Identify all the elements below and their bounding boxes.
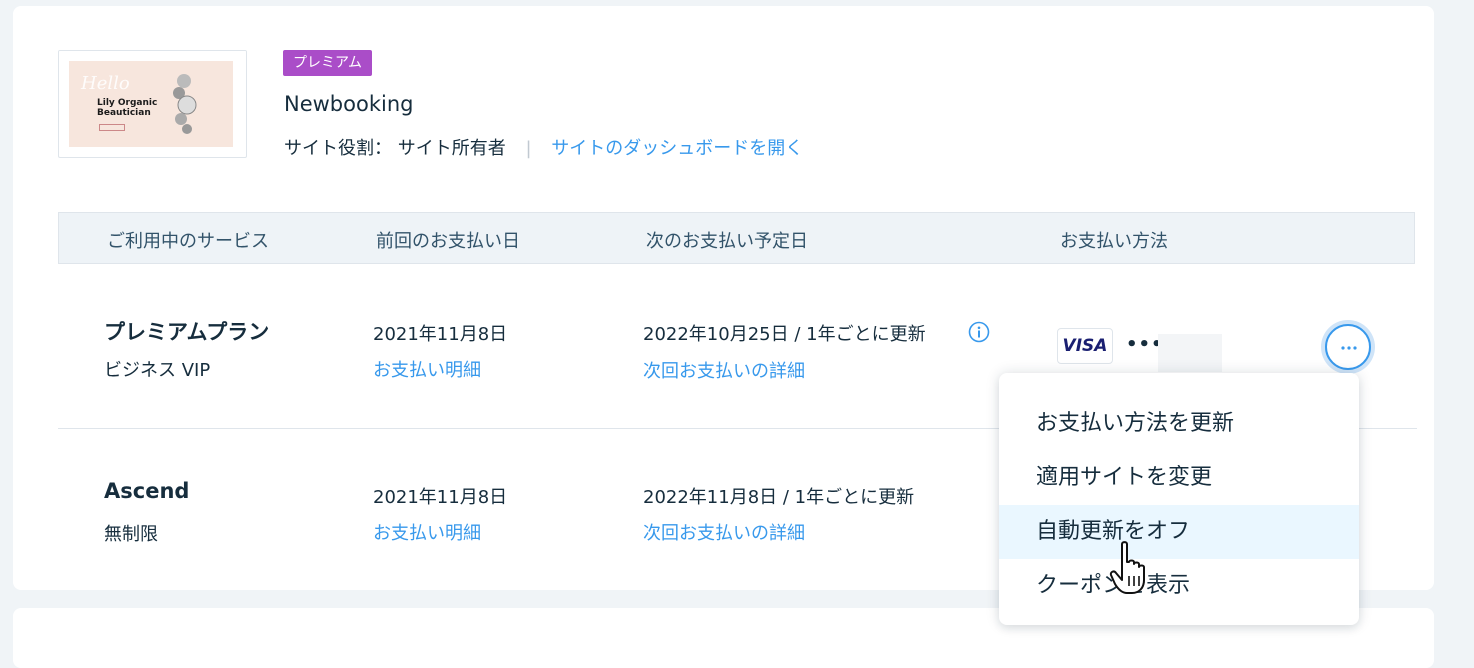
more-options-icon bbox=[1341, 346, 1357, 350]
more-options-button[interactable] bbox=[1325, 324, 1371, 370]
next-payment-details-link[interactable]: 次回お支払いの詳細 bbox=[643, 519, 805, 545]
service-name: プレミアムプラン bbox=[104, 320, 270, 344]
more-options-menu: お支払い方法を更新 適用サイトを変更 自動更新をオフ クーポンを表示 bbox=[999, 373, 1359, 625]
info-icon[interactable] bbox=[968, 321, 990, 343]
site-thumbnail[interactable]: Hello Lily Organic Beautician bbox=[58, 50, 247, 158]
thumbnail-script-text: Hello bbox=[81, 73, 130, 94]
table-header: ご利用中のサービス 前回のお支払い日 次のお支払い予定日 お支払い方法 bbox=[58, 212, 1415, 264]
site-role-line: サイト役割： サイト所有者 | サイトのダッシュボードを開く bbox=[284, 134, 803, 160]
thumbnail-title-line1: Lily Organic bbox=[97, 98, 158, 108]
pointer-cursor-icon bbox=[1109, 541, 1145, 594]
service-name: Ascend bbox=[104, 479, 190, 503]
header-next-payment: 次のお支払い予定日 bbox=[646, 231, 808, 252]
open-dashboard-link[interactable]: サイトのダッシュボードを開く bbox=[551, 138, 803, 159]
header-last-payment: 前回のお支払い日 bbox=[376, 231, 520, 252]
next-payment-details-link[interactable]: 次回お支払いの詳細 bbox=[643, 357, 805, 383]
last-payment-date: 2021年11月8日 bbox=[373, 324, 508, 345]
menu-update-payment-method[interactable]: お支払い方法を更新 bbox=[999, 397, 1359, 451]
card-number-redaction bbox=[1158, 334, 1222, 372]
thumbnail-flower-illustration bbox=[173, 74, 197, 134]
menu-show-coupon[interactable]: クーポンを表示 bbox=[999, 559, 1359, 613]
service-subtitle: 無制限 bbox=[104, 524, 158, 545]
premium-badge: プレミアム bbox=[283, 50, 373, 76]
payment-statement-link[interactable]: お支払い明細 bbox=[373, 519, 481, 545]
payment-statement-link[interactable]: お支払い明細 bbox=[373, 356, 481, 382]
thumbnail-nav bbox=[59, 51, 246, 61]
header-payment-method: お支払い方法 bbox=[1060, 231, 1168, 252]
thumbnail-title-line2: Beautician bbox=[97, 108, 151, 118]
site-role-label: サイト役割： bbox=[284, 138, 392, 159]
visa-logo: VISA bbox=[1057, 328, 1113, 364]
site-role-value: サイト所有者 bbox=[397, 138, 506, 159]
separator: | bbox=[525, 138, 532, 159]
next-payment-info: 2022年11月8日 / 1年ごとに更新 bbox=[643, 487, 915, 508]
menu-turn-off-auto-renew[interactable]: 自動更新をオフ bbox=[999, 505, 1359, 559]
header-service: ご利用中のサービス bbox=[107, 231, 269, 252]
site-name: Newbooking bbox=[284, 92, 414, 116]
menu-change-site[interactable]: 適用サイトを変更 bbox=[999, 451, 1359, 505]
next-payment-info: 2022年10月25日 / 1年ごとに更新 bbox=[643, 324, 926, 345]
last-payment-date: 2021年11月8日 bbox=[373, 487, 508, 508]
service-subtitle: ビジネス VIP bbox=[104, 360, 211, 381]
thumbnail-button bbox=[99, 124, 125, 131]
